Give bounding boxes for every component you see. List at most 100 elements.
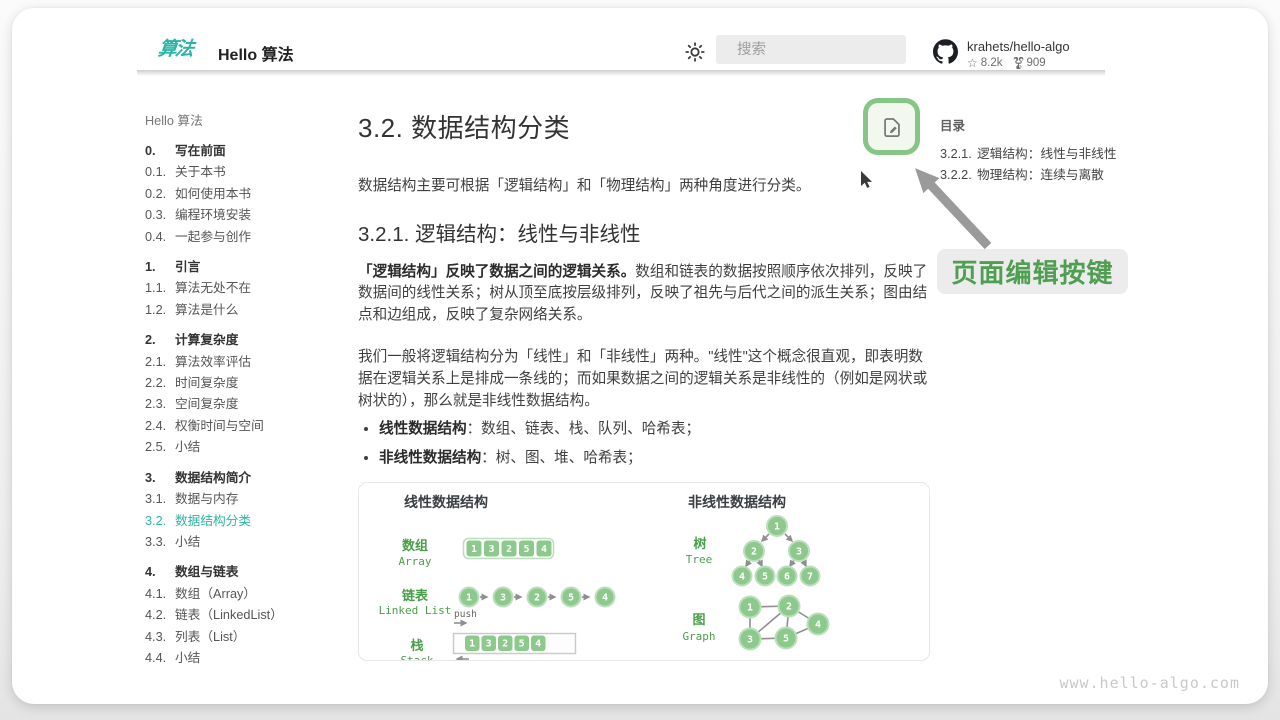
graph-label-zh: 图: [692, 612, 705, 627]
sidebar-item[interactable]: 2.2.时间复杂度: [145, 373, 350, 394]
sidebar-item[interactable]: 4.3.列表（List）: [145, 627, 350, 648]
svg-text:5: 5: [523, 544, 529, 555]
bullet-bold: 线性数据结构: [379, 421, 467, 437]
sidebar-item[interactable]: 2.4.权衡时间与空间: [145, 416, 350, 437]
repo-stats: ☆ 8.2k 909: [967, 57, 1070, 69]
svg-text:4: 4: [541, 544, 547, 555]
page-card: 算法 Hello 算法 krahets/hello-algo: [12, 8, 1268, 704]
sidebar-item[interactable]: 1.1.算法无处不在: [145, 278, 350, 299]
svg-text:5: 5: [783, 634, 789, 645]
annotation-callout: 页面编辑按键: [937, 249, 1128, 294]
theme-toggle-button[interactable]: [684, 41, 706, 63]
svg-text:4: 4: [602, 593, 608, 604]
svg-text:1: 1: [774, 522, 780, 533]
svg-text:3: 3: [500, 593, 506, 604]
sidebar-item[interactable]: 2.3.空间复杂度: [145, 394, 350, 415]
bullet-rest: ：树、图、堆、哈希表；: [481, 450, 642, 466]
intro-paragraph: 数据结构主要可根据「逻辑结构」和「物理结构」两种角度进行分类。: [358, 176, 930, 198]
sidebar-nav: Hello 算法 0.写在前面0.1.关于本书0.2.如何使用本书0.3.编程环…: [145, 111, 350, 669]
svg-text:2: 2: [751, 547, 757, 558]
figure-linear-title: 线性数据结构: [404, 494, 488, 510]
page-title: 3.2. 数据结构分类: [358, 112, 930, 144]
svg-text:5: 5: [568, 593, 574, 604]
svg-text:3: 3: [486, 639, 492, 650]
fork-count: 909: [1027, 57, 1046, 69]
sidebar-item[interactable]: 2.1.算法效率评估: [145, 352, 350, 373]
data-structures-figure: 线性数据结构 非线性数据结构 数组 Array 1 3 2 5 4 链表 Lin…: [358, 482, 930, 661]
svg-text:5: 5: [519, 639, 525, 650]
toc-items: 3.2.1.逻辑结构：线性与非线性3.2.2.物理结构：连续与离散: [940, 144, 1155, 186]
list-label-en: Linked List: [379, 604, 452, 617]
toc-item[interactable]: 3.2.1.逻辑结构：线性与非线性: [940, 144, 1155, 165]
sidebar-groups: 0.写在前面0.1.关于本书0.2.如何使用本书0.3.编程环境安装0.4.一起…: [145, 141, 350, 669]
sun-icon: [684, 41, 706, 63]
main-content: 3.2. 数据结构分类 数据结构主要可根据「逻辑结构」和「物理结构」两种角度进行…: [358, 112, 930, 661]
toc-panel: 目录 3.2.1.逻辑结构：线性与非线性3.2.2.物理结构：连续与离散: [940, 115, 1155, 186]
sidebar-group-title[interactable]: 3.数据结构简介: [145, 468, 350, 489]
site-logo[interactable]: 算法: [156, 35, 204, 65]
toc-item[interactable]: 3.2.2.物理结构：连续与离散: [940, 165, 1155, 186]
svg-text:5: 5: [762, 572, 768, 583]
svg-text:1: 1: [466, 593, 472, 604]
sidebar-item[interactable]: 2.5.小结: [145, 437, 350, 458]
tree-label-zh: 树: [693, 536, 706, 551]
sidebar-site-label: Hello 算法: [145, 111, 350, 132]
github-repo-link[interactable]: krahets/hello-algo ☆ 8.2k 909: [933, 39, 1070, 69]
svg-text:2: 2: [502, 639, 508, 650]
edit-file-icon: [879, 114, 905, 140]
graph-label-en: Graph: [682, 630, 715, 643]
array-label-zh: 数组: [402, 538, 428, 553]
svg-text:2: 2: [506, 544, 512, 555]
svg-text:7: 7: [807, 572, 813, 583]
github-icon: [933, 39, 958, 64]
structure-list: 线性数据结构：数组、链表、栈、队列、哈希表； 非线性数据结构：树、图、堆、哈希表…: [358, 419, 930, 469]
array-label-en: Array: [398, 555, 431, 568]
page-edit-button[interactable]: [863, 98, 920, 155]
star-count: 8.2k: [981, 57, 1003, 69]
stack-label-en: Stack: [400, 654, 433, 661]
bullet-bold: 非线性数据结构: [379, 450, 481, 466]
sidebar-item[interactable]: 4.4.小结: [145, 648, 350, 669]
search-box[interactable]: [716, 35, 906, 64]
svg-text:4: 4: [739, 572, 745, 583]
header-divider: [137, 70, 1105, 76]
svg-text:1: 1: [471, 544, 477, 555]
search-input[interactable]: [735, 41, 926, 59]
site-watermark: www.hello-algo.com: [1059, 674, 1240, 692]
repo-name: krahets/hello-algo: [967, 39, 1070, 55]
sidebar-item[interactable]: 0.1.关于本书: [145, 162, 350, 183]
site-title: Hello 算法: [218, 41, 294, 65]
sidebar-group-title[interactable]: 0.写在前面: [145, 141, 350, 162]
sidebar-item[interactable]: 0.4.一起参与创作: [145, 227, 350, 248]
svg-text:6: 6: [784, 572, 790, 583]
sidebar-item[interactable]: 4.1.数组（Array）: [145, 584, 350, 605]
list-item: 线性数据结构：数组、链表、栈、队列、哈希表；: [379, 419, 930, 441]
sidebar-item[interactable]: 1.2.算法是什么: [145, 300, 350, 321]
svg-text:2: 2: [786, 602, 792, 613]
sidebar-group-title[interactable]: 4.数组与链表: [145, 562, 350, 583]
svg-text:1: 1: [747, 603, 753, 614]
svg-text:4: 4: [815, 620, 821, 631]
toc-title: 目录: [940, 115, 1155, 134]
stack-push-label: push: [454, 609, 477, 620]
bold-lead: 「逻辑结构」反映了数据之间的逻辑关系。: [358, 264, 635, 280]
sidebar-group-title[interactable]: 1.引言: [145, 257, 350, 278]
svg-text:3: 3: [796, 547, 802, 558]
annotation-arrow: [928, 182, 988, 246]
sidebar-group-title[interactable]: 2.计算复杂度: [145, 330, 350, 351]
sidebar-item[interactable]: 3.2.数据结构分类: [145, 511, 350, 532]
sidebar-item[interactable]: 0.3.编程环境安装: [145, 205, 350, 226]
svg-text:1: 1: [469, 639, 475, 650]
svg-text:4: 4: [535, 639, 541, 650]
sidebar-item[interactable]: 3.3.小结: [145, 532, 350, 553]
section-heading: 3.2.1. 逻辑结构：线性与非线性: [358, 221, 930, 249]
paragraph-logical-structure: 「逻辑结构」反映了数据之间的逻辑关系。数组和链表的数据按照顺序依次排列，反映了数…: [358, 262, 930, 327]
sidebar-item[interactable]: 3.1.数据与内存: [145, 489, 350, 510]
sidebar-item[interactable]: 4.2.链表（LinkedList）: [145, 605, 350, 626]
sidebar-item[interactable]: 0.2.如何使用本书: [145, 184, 350, 205]
tree-label-en: Tree: [686, 553, 713, 566]
stack-label-zh: 栈: [410, 638, 423, 653]
bullet-rest: ：数组、链表、栈、队列、哈希表；: [467, 421, 701, 437]
svg-text:3: 3: [488, 544, 494, 555]
svg-text:2: 2: [534, 593, 540, 604]
